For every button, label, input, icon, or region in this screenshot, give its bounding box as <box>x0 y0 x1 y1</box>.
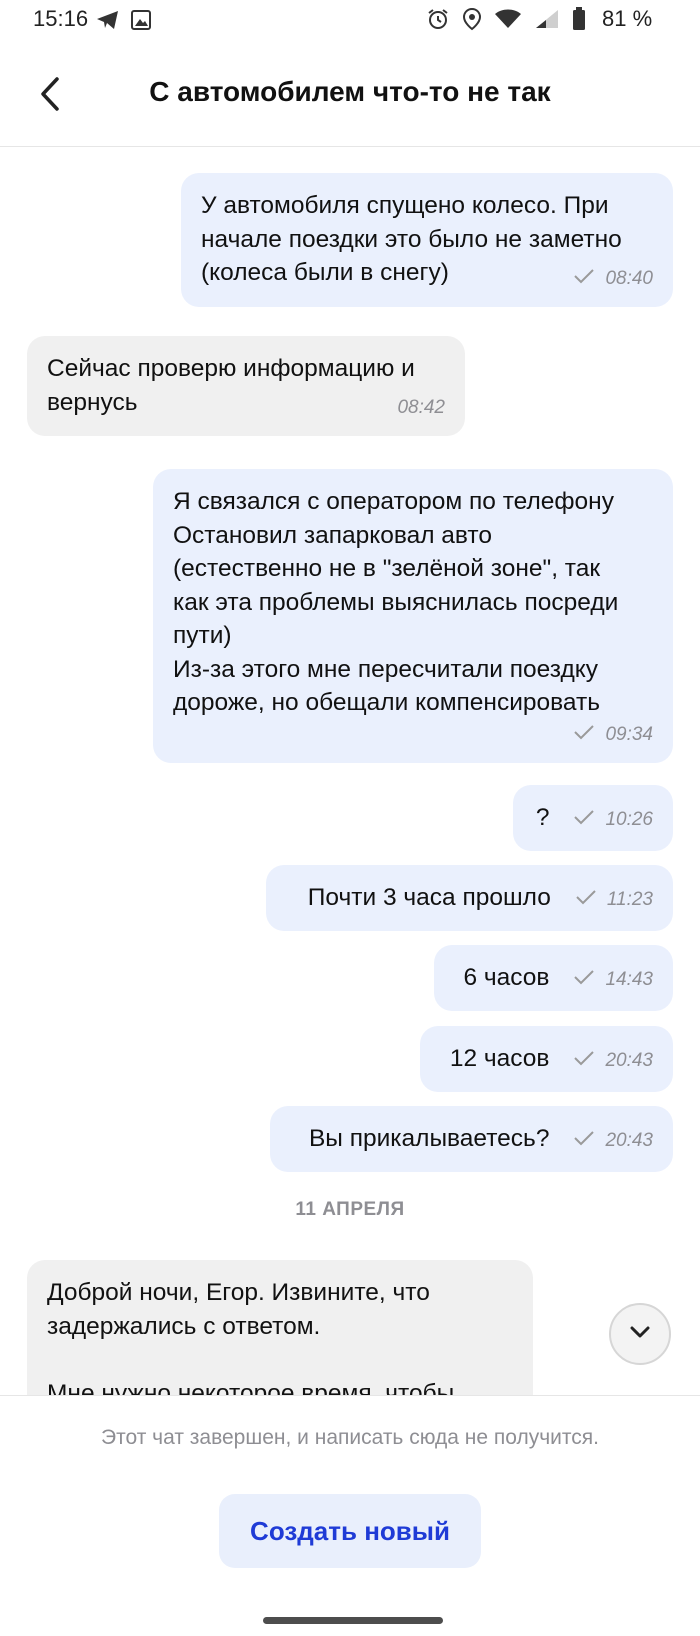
message-bubble[interactable]: Вы прикалываетесь? 20:43 <box>270 1106 673 1172</box>
check-icon <box>575 883 597 917</box>
chevron-down-icon <box>629 1325 651 1344</box>
message-time: 10:26 <box>605 809 653 831</box>
signal-icon <box>534 8 560 35</box>
status-time: 15:16 <box>33 6 89 31</box>
chat-messages[interactable]: У автомобиля спущено колесо. При начале … <box>0 147 700 1395</box>
create-new-button[interactable]: Создать новый <box>219 1494 481 1568</box>
location-icon <box>462 7 482 36</box>
date-divider: 11 АПРЕЛЯ <box>295 1199 405 1220</box>
check-icon <box>573 1124 595 1158</box>
message-bubble[interactable]: ? 10:26 <box>513 785 673 851</box>
chat-footer: Этот чат завершен, и написать сюда не по… <box>0 1395 700 1636</box>
message-time: 08:40 <box>605 267 653 289</box>
message-text: Доброй ночи, Егор. Извините, что задержа… <box>47 1279 455 1395</box>
scroll-down-button[interactable] <box>609 1303 671 1365</box>
message-bubble[interactable]: Доброй ночи, Егор. Извините, что задержа… <box>27 1260 533 1395</box>
message-text: Вы прикалываетесь? <box>308 1125 550 1153</box>
check-icon <box>573 718 595 752</box>
message-text: 6 часов <box>463 964 550 992</box>
message-text: ? <box>535 804 550 832</box>
message-time: 11:23 <box>606 889 653 911</box>
page-title: С автомобилем что-то не так <box>149 76 551 107</box>
message-bubble[interactable]: 12 часов 20:43 <box>420 1026 673 1092</box>
chat-closed-notice: Этот чат завершен, и написать сюда не по… <box>101 1426 599 1449</box>
message-time: 14:43 <box>605 969 653 991</box>
wifi-icon <box>494 8 522 35</box>
gallery-icon <box>130 9 152 36</box>
message-bubble[interactable]: Я связался с оператором по телефону Оста… <box>153 469 673 763</box>
check-icon <box>573 262 595 296</box>
message-bubble[interactable]: Почти 3 часа прошло 11:23 <box>266 865 673 931</box>
status-bar: 15:16 81 % <box>0 0 700 40</box>
message-text: Почти 3 часа прошло <box>307 884 551 912</box>
battery-percent: 81 % <box>602 6 653 31</box>
message-text: Сейчас проверю информацию и вернусь <box>47 355 415 416</box>
telegram-icon <box>96 10 120 35</box>
message-text: 12 часов <box>449 1045 550 1073</box>
message-bubble[interactable]: 6 часов 14:43 <box>434 945 673 1011</box>
battery-icon <box>572 7 586 36</box>
message-bubble[interactable]: У автомобиля спущено колесо. При начале … <box>181 173 673 307</box>
check-icon <box>573 1044 595 1078</box>
alarm-icon <box>426 7 450 36</box>
check-icon <box>573 803 595 837</box>
message-text: Я связался с оператором по телефону Оста… <box>173 488 619 716</box>
message-time: 20:43 <box>605 1130 653 1152</box>
message-time: 20:43 <box>605 1050 653 1072</box>
message-bubble[interactable]: Сейчас проверю информацию и вернусь 08:4… <box>27 336 465 436</box>
home-indicator[interactable] <box>263 1617 443 1624</box>
message-time: 09:34 <box>605 723 653 745</box>
message-time: 08:42 <box>397 396 445 418</box>
chat-header: С автомобилем что-то не так <box>0 48 700 147</box>
check-icon <box>573 963 595 997</box>
